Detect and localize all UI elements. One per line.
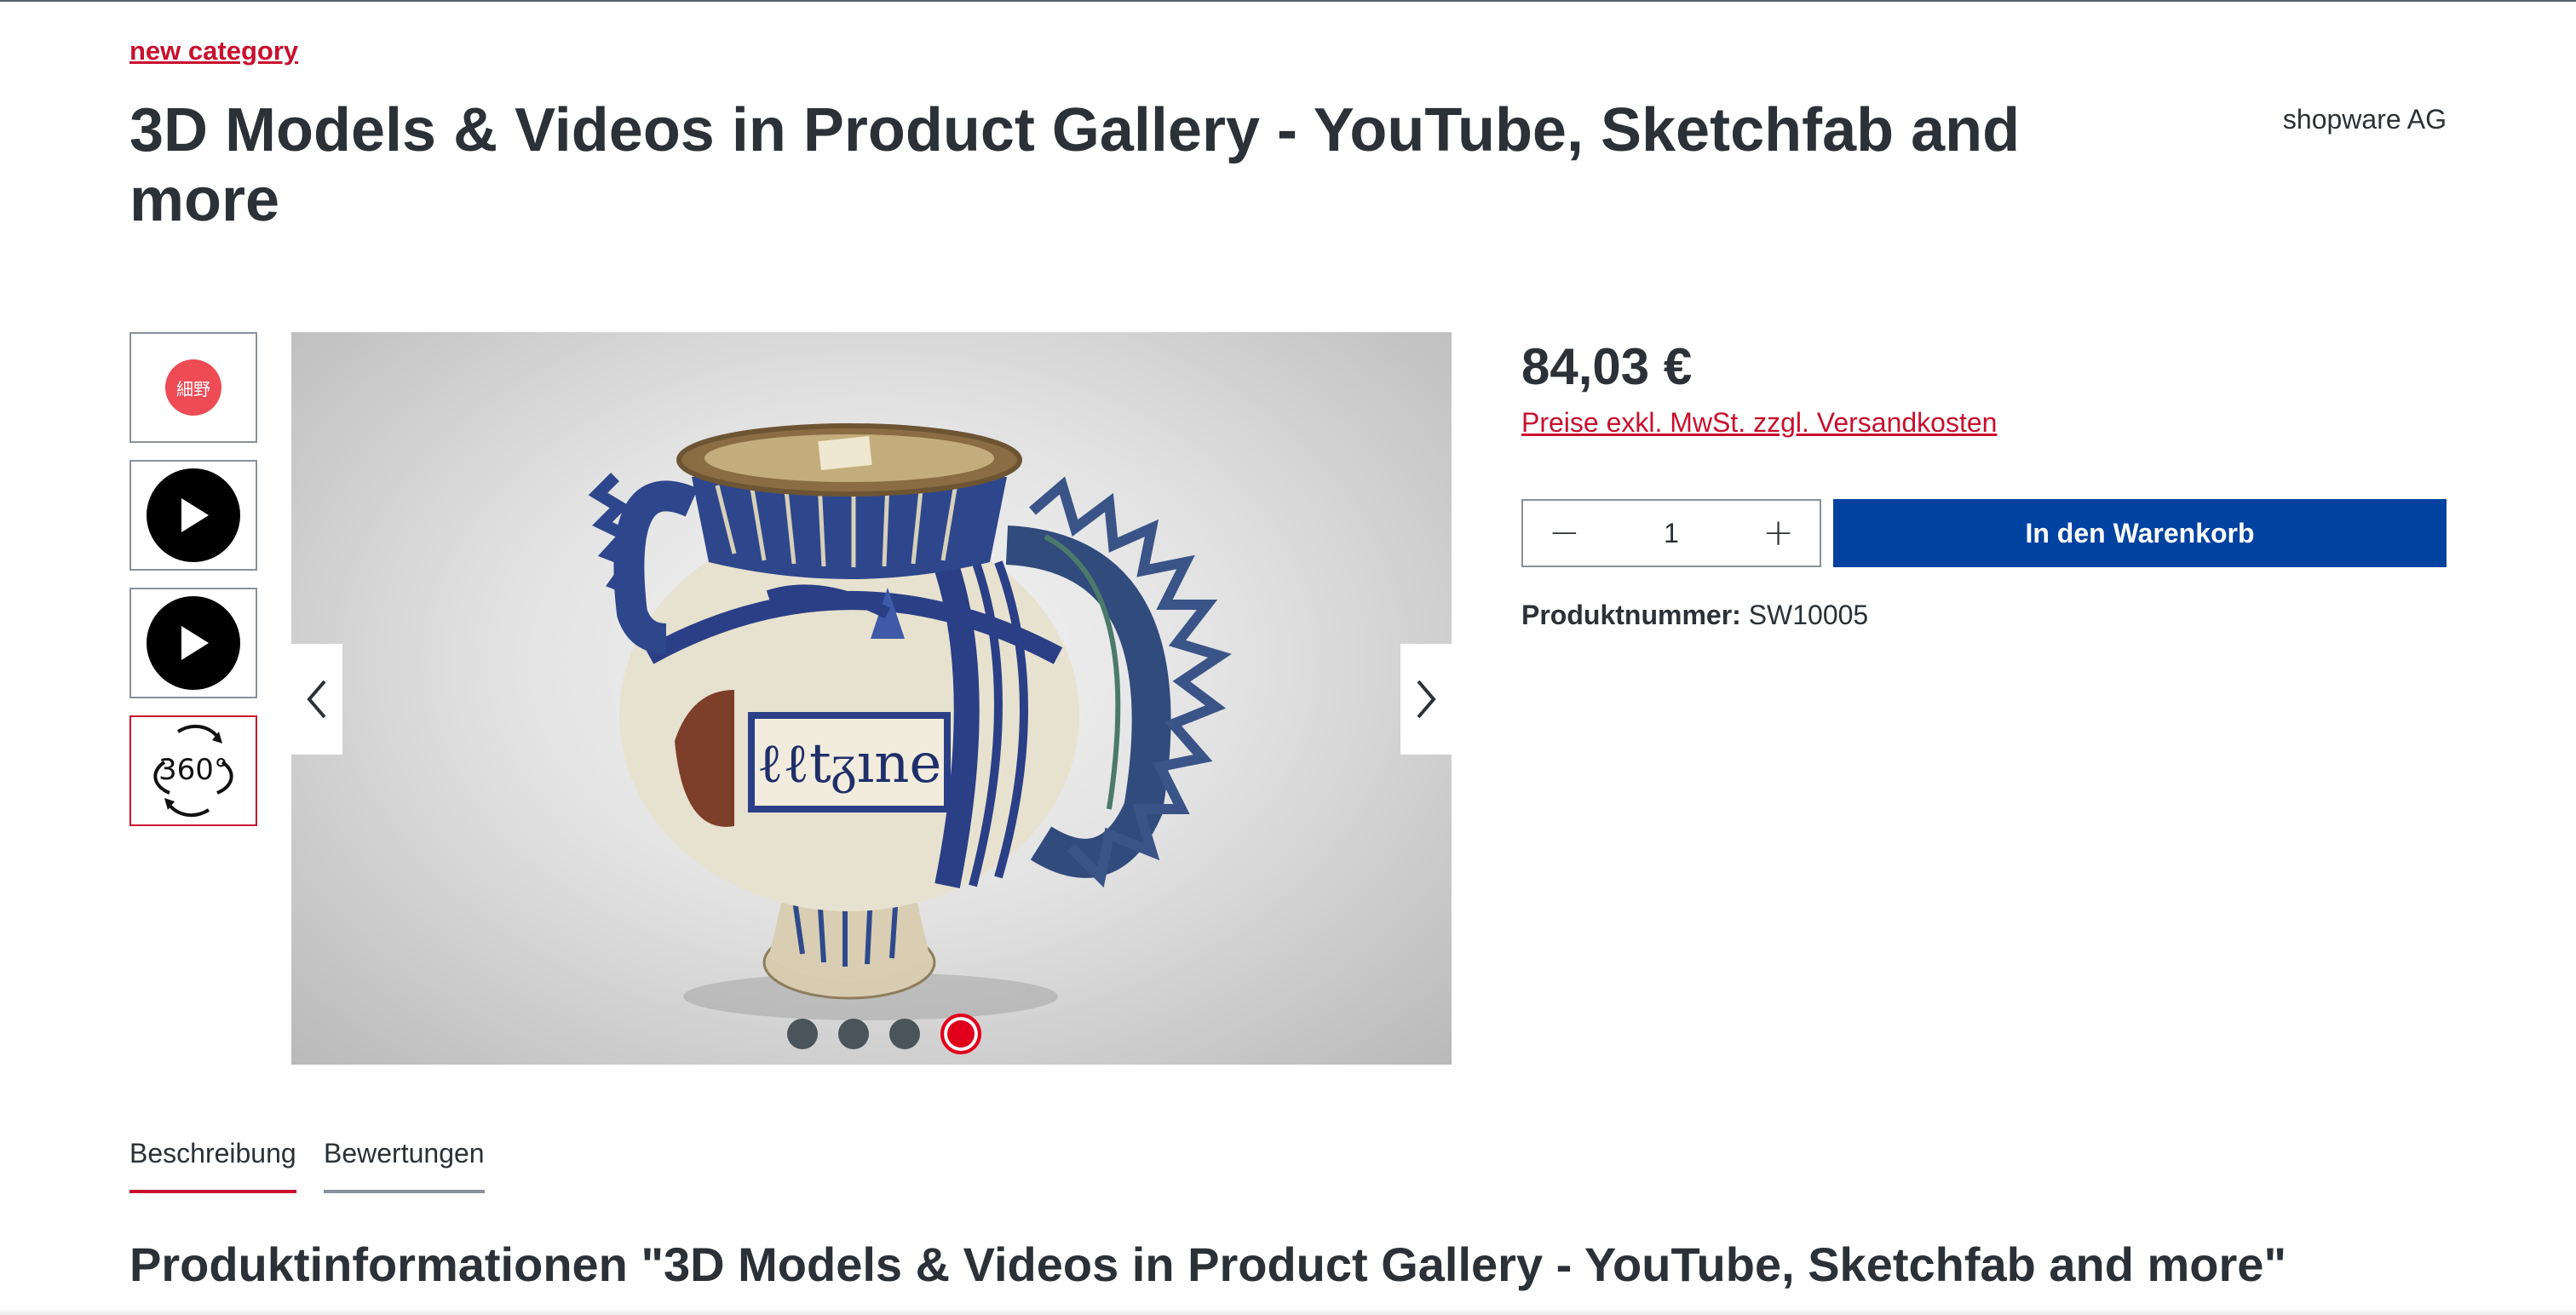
thumbnail-video-2[interactable] <box>129 588 257 698</box>
thumbnail-3d-model[interactable]: 360° <box>129 715 257 826</box>
svg-text:ℓℓtᵹıne: ℓℓtᵹıne <box>757 732 942 795</box>
top-border <box>0 0 2576 2</box>
quantity-value[interactable]: 1 <box>1664 518 1679 549</box>
chevron-left-icon <box>307 680 326 719</box>
play-icon <box>147 468 240 562</box>
gallery-dot-3[interactable] <box>889 1019 920 1049</box>
360-view-icon: 360° <box>153 724 233 818</box>
minus-icon[interactable]: − <box>1549 514 1580 552</box>
tab-reviews[interactable]: Bewertungen <box>324 1138 485 1193</box>
breadcrumb-link[interactable]: new category <box>129 36 298 66</box>
tax-shipping-link[interactable]: Preise exkl. MwSt. zzgl. Versandkosten <box>1521 407 1997 439</box>
brand-logo-icon: 細野 <box>165 359 221 416</box>
thumbnail-logo[interactable]: 細野 <box>129 332 257 443</box>
chevron-right-icon <box>1417 680 1436 719</box>
gallery-dots <box>317 1014 1452 1054</box>
product-image-vase: ℓℓtᵹıne <box>588 423 1232 1020</box>
play-icon <box>147 596 240 690</box>
product-title: 3D Models & Videos in Product Gallery - … <box>129 96 2021 234</box>
gallery-dot-2[interactable] <box>838 1019 869 1049</box>
product-number: Produktnummer: SW10005 <box>1521 600 1868 631</box>
gallery-dot-4[interactable] <box>940 1014 981 1054</box>
gallery-prev-button[interactable] <box>291 644 342 755</box>
thumbnail-video-1[interactable] <box>129 460 257 571</box>
product-number-label: Produktnummer: <box>1521 600 1741 630</box>
bottom-edge <box>0 1308 2576 1315</box>
tab-description[interactable]: Beschreibung <box>129 1138 296 1193</box>
svg-text:360°: 360° <box>158 753 228 787</box>
product-number-value: SW10005 <box>1748 600 1869 630</box>
product-price: 84,03 € <box>1521 338 1693 395</box>
manufacturer-name[interactable]: shopware AG <box>2215 104 2447 135</box>
description-heading: Produktinformationen "3D Models & Videos… <box>129 1237 2287 1291</box>
product-image-gallery[interactable]: ℓℓtᵹıne <box>291 332 1452 1065</box>
quantity-stepper: − 1 + <box>1521 499 1821 567</box>
gallery-next-button[interactable] <box>1400 644 1452 755</box>
gallery-dot-1[interactable] <box>787 1019 818 1049</box>
plus-icon[interactable]: + <box>1762 514 1794 552</box>
add-to-cart-button[interactable]: In den Warenkorb <box>1833 499 2447 567</box>
